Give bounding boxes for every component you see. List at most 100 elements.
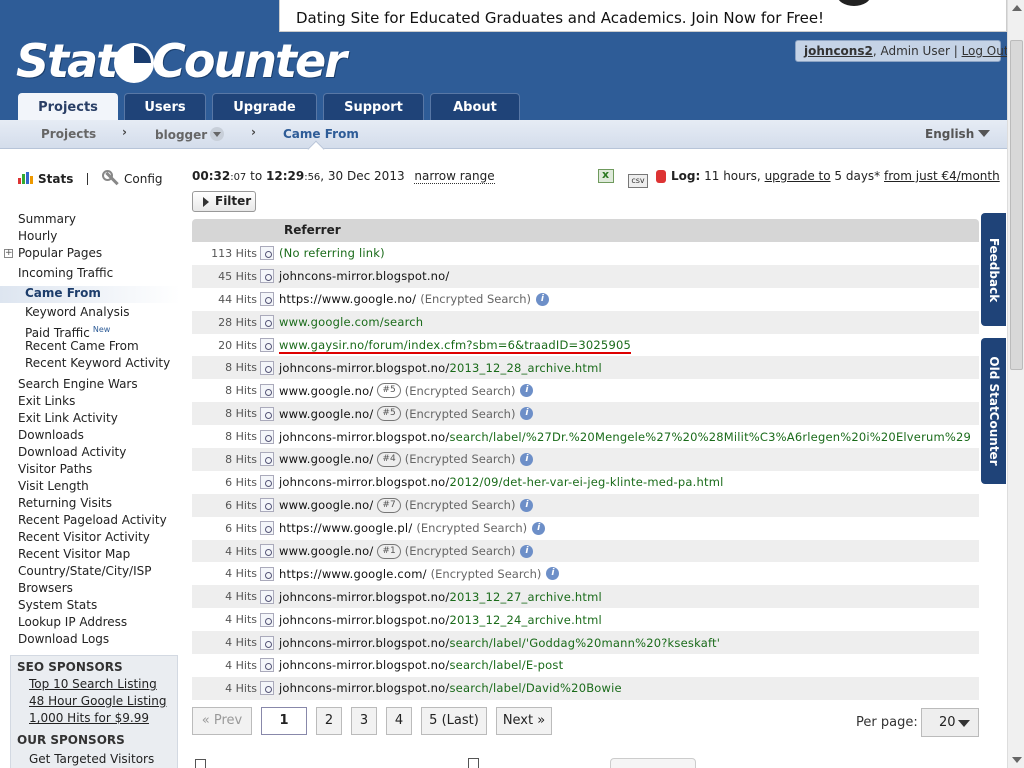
- tab-upgrade[interactable]: Upgrade: [212, 93, 317, 120]
- info-icon[interactable]: i: [535, 292, 549, 306]
- magnify-page-icon[interactable]: [260, 338, 274, 352]
- magnify-page-icon[interactable]: [260, 589, 274, 604]
- scrollbar-thumb[interactable]: [1010, 40, 1023, 370]
- referrer-link[interactable]: https://www.google.pl/: [279, 521, 412, 535]
- referrer-link[interactable]: www.google.no/: [279, 452, 373, 466]
- checkbox[interactable]: [195, 759, 206, 768]
- scroll-down-icon[interactable]: [1012, 757, 1022, 763]
- magnify-page-icon[interactable]: [260, 658, 274, 673]
- referrer-link[interactable]: www.google.no/: [279, 498, 373, 512]
- old-statcounter-tab[interactable]: Old StatCounter: [981, 338, 1006, 484]
- update-button[interactable]: [610, 758, 696, 768]
- scrollbar[interactable]: [1007, 0, 1024, 768]
- sidebar-item-paid-traffic[interactable]: Paid Traffic New: [0, 322, 180, 340]
- per-page-select[interactable]: 20: [921, 708, 979, 737]
- sidebar-item-hourly[interactable]: Hourly: [0, 229, 180, 246]
- referrer-link[interactable]: johncons-mirror.blogspot.no/: [279, 269, 449, 283]
- referrer-link[interactable]: www.google.com/search: [279, 315, 423, 329]
- info-icon[interactable]: i: [520, 544, 534, 558]
- checkbox[interactable]: [468, 758, 479, 768]
- page-button[interactable]: 3: [351, 707, 377, 735]
- magnify-page-icon[interactable]: [260, 406, 274, 421]
- sidebar-item-exit-link-activity[interactable]: Exit Link Activity: [0, 411, 180, 428]
- referrer-link[interactable]: www.google.no/: [279, 407, 373, 421]
- filter-button[interactable]: Filter: [192, 191, 256, 212]
- referrer-link[interactable]: johncons-mirror.blogspot.no/search/label…: [279, 658, 563, 672]
- magnify-page-icon[interactable]: [260, 498, 274, 513]
- info-icon[interactable]: i: [532, 521, 546, 535]
- referrer-link[interactable]: www.google.no/: [279, 384, 373, 398]
- scroll-up-icon[interactable]: [1012, 5, 1022, 11]
- page-button[interactable]: 2: [316, 707, 342, 735]
- sidebar-item-came-from[interactable]: Came From: [0, 286, 180, 303]
- tab-users[interactable]: Users: [124, 93, 206, 120]
- sidebar-item-browsers[interactable]: Browsers: [0, 581, 180, 598]
- referrer-link[interactable]: www.google.no/: [279, 544, 373, 558]
- sidebar-item-download-logs[interactable]: Download Logs: [0, 632, 180, 649]
- referrer-link[interactable]: johncons-mirror.blogspot.no/search/label…: [279, 430, 971, 444]
- excel-export-icon[interactable]: [598, 168, 614, 183]
- stats-link[interactable]: Stats: [18, 172, 73, 186]
- sidebar-item-search-engine-wars[interactable]: Search Engine Wars: [0, 377, 180, 394]
- sidebar-item-lookup-ip-address[interactable]: Lookup IP Address: [0, 615, 180, 632]
- referrer-link[interactable]: johncons-mirror.blogspot.no/2013_12_24_a…: [279, 613, 602, 627]
- sidebar-item-incoming-traffic[interactable]: Incoming Traffic: [0, 266, 180, 283]
- referrer-link[interactable]: https://www.google.com/: [279, 567, 427, 581]
- pricing-link[interactable]: from just €4/month: [884, 169, 1000, 183]
- referrer-link[interactable]: https://www.google.no/: [279, 292, 416, 306]
- last-page-button[interactable]: 5 (Last): [421, 707, 487, 735]
- sidebar-item-summary[interactable]: Summary: [0, 212, 180, 229]
- sponsor-link[interactable]: Get Targeted Visitors: [11, 751, 177, 768]
- referrer-link[interactable]: johncons-mirror.blogspot.no/search/label…: [279, 681, 622, 695]
- sidebar-item-recent-came-from[interactable]: Recent Came From: [0, 339, 180, 356]
- ad-text[interactable]: Dating Site for Educated Graduates and A…: [296, 9, 824, 27]
- magnify-page-icon[interactable]: [260, 566, 274, 581]
- sponsor-link[interactable]: 48 Hour Google Listing: [11, 693, 177, 710]
- tab-about[interactable]: About: [430, 93, 520, 120]
- statcounter-logo[interactable]: Stat Counter: [16, 34, 347, 88]
- page-button[interactable]: 1: [261, 707, 307, 735]
- magnify-page-icon[interactable]: [260, 315, 274, 330]
- sidebar-item-keyword-analysis[interactable]: Keyword Analysis: [0, 305, 180, 322]
- sponsor-link[interactable]: Top 10 Search Listing: [11, 676, 177, 693]
- magnify-page-icon[interactable]: [260, 360, 274, 375]
- sidebar-item-download-activity[interactable]: Download Activity: [0, 445, 180, 462]
- next-page-button[interactable]: Next »: [496, 707, 552, 735]
- sidebar-item-recent-visitor-activity[interactable]: Recent Visitor Activity: [0, 530, 180, 547]
- magnify-page-icon[interactable]: [260, 521, 274, 536]
- prev-page-button[interactable]: « Prev: [192, 707, 252, 735]
- sidebar-item-exit-links[interactable]: Exit Links: [0, 394, 180, 411]
- username-link[interactable]: johncons2: [804, 44, 873, 58]
- sidebar-item-popular-pages[interactable]: + Popular Pages: [0, 246, 180, 263]
- logout-link[interactable]: Log Out: [962, 44, 1009, 58]
- sponsor-link[interactable]: 1,000 Hits for $9.99: [11, 710, 177, 727]
- expand-icon[interactable]: +: [4, 249, 13, 258]
- referrer-link[interactable]: johncons-mirror.blogspot.no/search/label…: [279, 636, 720, 650]
- magnify-page-icon[interactable]: [260, 269, 274, 284]
- sidebar-item-recent-pageload-activity[interactable]: Recent Pageload Activity: [0, 513, 180, 530]
- language-select[interactable]: English: [925, 127, 991, 141]
- sidebar-item-recent-visitor-map[interactable]: Recent Visitor Map: [0, 547, 180, 564]
- info-icon[interactable]: i: [520, 498, 534, 512]
- info-icon[interactable]: i: [520, 452, 534, 466]
- feedback-tab[interactable]: Feedback: [981, 213, 1006, 326]
- ad-close-icon[interactable]: [837, 0, 871, 6]
- page-button[interactable]: 4: [386, 707, 412, 735]
- sidebar-item-country-state-city-isp[interactable]: Country/State/City/ISP: [0, 564, 180, 581]
- csv-export-icon[interactable]: csv: [628, 174, 648, 188]
- magnify-page-icon[interactable]: [260, 292, 274, 307]
- sidebar-item-system-stats[interactable]: System Stats: [0, 598, 180, 615]
- sidebar-item-recent-keyword-activity[interactable]: Recent Keyword Activity: [0, 356, 180, 373]
- referrer-link[interactable]: johncons-mirror.blogspot.no/2013_12_28_a…: [279, 361, 602, 375]
- upgrade-link[interactable]: upgrade to: [765, 169, 831, 183]
- info-icon[interactable]: i: [520, 384, 534, 398]
- tab-projects[interactable]: Projects: [18, 93, 118, 120]
- referrer-link[interactable]: www.gaysir.no/forum/index.cfm?sbm=6&traa…: [279, 338, 631, 352]
- sidebar-item-visitor-paths[interactable]: Visitor Paths: [0, 462, 180, 479]
- referrer-link[interactable]: johncons-mirror.blogspot.no/2013_12_27_a…: [279, 590, 602, 604]
- info-icon[interactable]: i: [520, 407, 534, 421]
- magnify-page-icon[interactable]: [260, 246, 274, 261]
- magnify-page-icon[interactable]: [260, 612, 274, 627]
- sidebar-item-downloads[interactable]: Downloads: [0, 428, 180, 445]
- config-link[interactable]: Config: [102, 170, 163, 186]
